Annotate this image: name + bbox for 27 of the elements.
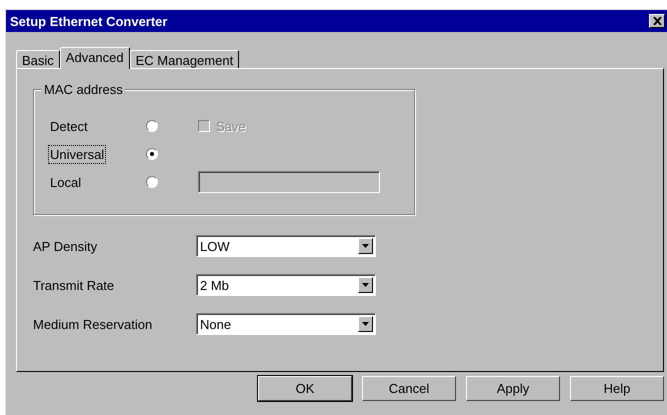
dropdown[interactable]: 2 Mb <box>196 274 376 296</box>
dropdown[interactable]: LOW <box>196 235 376 257</box>
dropdown-arrow-icon <box>362 244 369 248</box>
dropdown[interactable]: None <box>196 313 376 335</box>
dropdown-arrow-icon <box>362 283 369 287</box>
close-icon <box>652 17 662 25</box>
radio-button[interactable] <box>146 148 158 160</box>
setting-label: Medium Reservation <box>33 316 154 332</box>
tab[interactable]: Advanced <box>60 47 130 69</box>
dialog-button[interactable]: Help <box>570 376 664 401</box>
group-label: MAC address <box>42 82 125 97</box>
window-title: Setup Ethernet Converter <box>10 14 168 28</box>
setting-label: Transmit Rate <box>33 278 116 292</box>
tab[interactable]: Basic <box>16 50 60 68</box>
dialog-button[interactable]: OK <box>258 376 352 401</box>
radio-button[interactable] <box>146 176 158 188</box>
option-label: Universal <box>48 144 106 164</box>
dropdown-arrow-icon <box>362 322 369 326</box>
option-label: Local <box>49 174 82 192</box>
radio-button[interactable] <box>146 120 158 132</box>
dialog-button[interactable]: Cancel <box>362 376 456 401</box>
dialog-button[interactable]: Apply <box>466 376 560 401</box>
close-button[interactable] <box>649 14 665 28</box>
option-label: Detect <box>49 118 89 136</box>
checkbox-label: Save <box>216 118 246 134</box>
setting-label: AP Density <box>33 238 98 254</box>
tab[interactable]: EC Management <box>130 50 240 68</box>
